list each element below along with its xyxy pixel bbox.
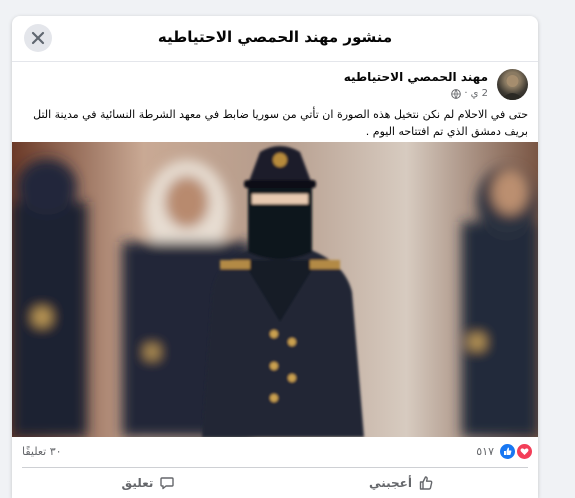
like-button[interactable]: أعجبني: [275, 468, 528, 498]
post-header: مهند الحمصي الاحتياطيه 2 ي ·: [228, 69, 528, 105]
globe-icon: [451, 88, 462, 99]
reaction-icons[interactable]: [499, 443, 533, 460]
post-dialog: منشور مهند الحمصي الاحتياطيه مهند الحمصي…: [12, 16, 538, 498]
post-meta: 2 ي ·: [451, 88, 488, 99]
post-time[interactable]: 2 ي: [471, 88, 488, 99]
comment-label: تعليق: [121, 476, 154, 490]
post-text: حتى في الاحلام لم نكن نتخيل هذه الصورة ا…: [33, 108, 528, 138]
dialog-title: منشور مهند الحمصي الاحتياطيه: [157, 28, 393, 46]
close-button[interactable]: [24, 24, 52, 52]
post-actions: تعليق أعجبني: [22, 468, 528, 498]
comment-icon: [160, 477, 175, 490]
like-icon: [499, 443, 516, 460]
reactions-count[interactable]: ٥١٧: [476, 445, 494, 458]
comments-count[interactable]: ٣٠ تعليقًا: [22, 445, 62, 458]
comment-button[interactable]: تعليق: [22, 468, 275, 498]
post-photo[interactable]: [12, 142, 538, 437]
like-label: أعجبني: [369, 476, 412, 490]
thumbs-up-icon: [419, 476, 433, 490]
dialog-header: منشور مهند الحمصي الاحتياطيه: [12, 16, 538, 62]
reactions-bar: ٥١٧ ٣٠ تعليقًا: [22, 443, 533, 461]
avatar[interactable]: [497, 69, 528, 100]
love-icon: [516, 443, 533, 460]
author-name[interactable]: مهند الحمصي الاحتياطيه: [344, 70, 488, 84]
close-icon: [31, 31, 45, 45]
